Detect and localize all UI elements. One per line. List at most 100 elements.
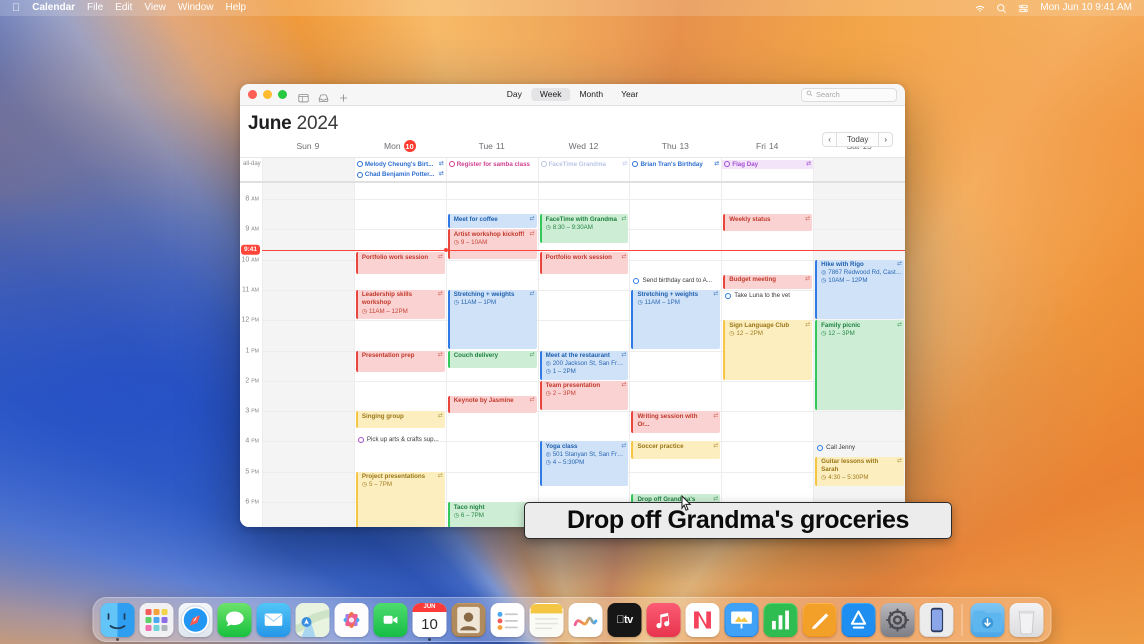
day-header-wed[interactable]: Wed 12 bbox=[538, 137, 630, 157]
dock-item-music[interactable] bbox=[646, 603, 681, 637]
calendar-event[interactable]: Team presentation ◷ 2 – 3PM ⇄ bbox=[539, 380, 629, 411]
calendar-event[interactable]: Portfolio work session ⇄ bbox=[355, 252, 445, 274]
calendar-event[interactable]: Keynote by Jasmine ⇄ bbox=[447, 395, 537, 414]
trash-icon[interactable] bbox=[1009, 603, 1044, 637]
calendar-event[interactable]: Writing session with Or... ⇄ bbox=[631, 411, 721, 433]
dock-item-app-store[interactable] bbox=[841, 603, 876, 637]
menu-bar-clock[interactable]: Mon Jun 10 9:41 AM bbox=[1040, 3, 1132, 13]
calendar-event[interactable]: FaceTime with Grandma ◷ 8:30 – 9:30AM ⇄ bbox=[539, 214, 629, 244]
reminders-icon[interactable] bbox=[490, 603, 525, 637]
pages-icon[interactable] bbox=[802, 603, 837, 637]
dock-item-system-settings[interactable] bbox=[880, 603, 915, 637]
tab-week[interactable]: Week bbox=[530, 87, 571, 102]
dock-item-keynote[interactable] bbox=[724, 603, 759, 637]
photos-icon[interactable] bbox=[334, 603, 369, 637]
calendar-event[interactable]: Stretching + weights ◷ 11AM – 1PM ⇄ bbox=[631, 289, 721, 350]
calendar-task[interactable]: Send birthday card to A... bbox=[631, 275, 720, 288]
dock-item-freeform[interactable] bbox=[568, 603, 603, 637]
calendar-event[interactable]: Project presentations ◷ 5 – 7PM ⇄ bbox=[355, 471, 445, 527]
control-center-icon[interactable] bbox=[1018, 3, 1030, 14]
day-header-sun[interactable]: Sun 9 bbox=[262, 137, 354, 157]
minimize-button[interactable] bbox=[263, 90, 272, 99]
messages-icon[interactable] bbox=[217, 603, 252, 637]
today-button[interactable]: Today bbox=[836, 132, 879, 147]
dock-item-iphone-mirroring[interactable] bbox=[919, 603, 954, 637]
news-icon[interactable] bbox=[685, 603, 720, 637]
contacts-icon[interactable] bbox=[451, 603, 486, 637]
dock-item-launchpad[interactable] bbox=[139, 603, 174, 637]
dock-item-news[interactable] bbox=[685, 603, 720, 637]
dock-item-contacts[interactable] bbox=[451, 603, 486, 637]
dock-item-safari[interactable] bbox=[178, 603, 213, 637]
day-column-4[interactable]: Send birthday card to A... Stretching + w… bbox=[629, 183, 722, 527]
inbox-icon[interactable] bbox=[318, 90, 329, 102]
downloads-folder-icon[interactable] bbox=[970, 603, 1005, 637]
menu-item-help[interactable]: Help bbox=[225, 3, 246, 13]
calendar-event[interactable]: Soccer practice ⇄ bbox=[631, 441, 721, 459]
calendar-event[interactable]: Portfolio work session ⇄ bbox=[539, 252, 629, 274]
day-column-0[interactable] bbox=[262, 183, 354, 527]
tab-month[interactable]: Month bbox=[570, 88, 612, 102]
all-day-event[interactable]: Register for samba class bbox=[447, 160, 538, 170]
keynote-icon[interactable] bbox=[724, 603, 759, 637]
dock-item-notes[interactable] bbox=[529, 603, 564, 637]
all-day-cell-0[interactable] bbox=[262, 158, 354, 181]
day-column-5[interactable]: Weekly status ⇄ Budget meeting ⇄ Take Luna t… bbox=[721, 183, 814, 527]
music-icon[interactable] bbox=[646, 603, 681, 637]
tab-year[interactable]: Year bbox=[612, 88, 647, 102]
prev-week-button[interactable]: ‹ bbox=[822, 132, 837, 147]
dock-item-downloads-folder[interactable] bbox=[970, 603, 1005, 637]
facetime-icon[interactable] bbox=[373, 603, 408, 637]
calendar-event[interactable]: Budget meeting ⇄ bbox=[723, 274, 813, 289]
dock-item-calendar[interactable]: JUN 10 bbox=[412, 603, 447, 641]
calendar-view-icon[interactable] bbox=[298, 90, 309, 102]
iphone-mirroring-icon[interactable] bbox=[919, 603, 954, 637]
all-day-event[interactable]: Chad Benjamin Potter... ⇄ bbox=[355, 170, 446, 180]
apple-menu-icon[interactable]:  bbox=[12, 2, 20, 14]
dock-item-reminders[interactable] bbox=[490, 603, 525, 637]
calendar-event[interactable]: Hike with Rigo ◎ 7867 Redwood Rd, Castr..… bbox=[815, 259, 905, 320]
search-field[interactable]: Search bbox=[801, 87, 897, 102]
add-event-icon[interactable] bbox=[338, 90, 349, 102]
tab-day[interactable]: Day bbox=[498, 88, 531, 102]
calendar-event[interactable]: Singing group ⇄ bbox=[355, 411, 445, 429]
calendar-grid[interactable]: 8 AM 9 AM 10 AM 11 AM 12 PM 1 PM 2 PM 3 PM 4 PM 5… bbox=[240, 183, 905, 527]
all-day-cell-6[interactable] bbox=[813, 158, 905, 181]
all-day-cell-5[interactable]: Flag Day ⇄ bbox=[721, 158, 814, 181]
day-column-1[interactable]: Portfolio work session ⇄ Leadership skills… bbox=[353, 183, 446, 527]
close-button[interactable] bbox=[248, 90, 257, 99]
calendar-event[interactable]: Artist workshop kickoff! ◷ 9 – 10AM ⇄ bbox=[447, 229, 537, 259]
all-day-cell-1[interactable]: Melody Cheung's Birt... ⇄ Chad Benjamin Po… bbox=[353, 158, 446, 181]
calendar-event[interactable]: Leadership skills workshop ◷ 11AM – 12PM ⇄ bbox=[355, 289, 445, 320]
all-day-event[interactable]: Brian Tran's Birthday ⇄ bbox=[630, 160, 721, 170]
numbers-icon[interactable] bbox=[763, 603, 798, 637]
all-day-cell-3[interactable]: FaceTime Grandma ⇄ bbox=[537, 158, 630, 181]
next-week-button[interactable]: › bbox=[878, 132, 893, 147]
day-header-thu[interactable]: Thu 13 bbox=[629, 137, 721, 157]
finder-icon[interactable] bbox=[100, 603, 135, 637]
notes-icon[interactable] bbox=[529, 603, 564, 637]
task-checkbox-icon[interactable] bbox=[725, 293, 732, 300]
menu-item-file[interactable]: File bbox=[87, 3, 103, 13]
calendar-event[interactable]: Stretching + weights ◷ 11AM – 1PM ⇄ bbox=[447, 289, 537, 350]
calendar-task[interactable]: Pick up arts & crafts sup... bbox=[356, 434, 445, 447]
menu-item-window[interactable]: Window bbox=[178, 3, 214, 13]
task-checkbox-icon[interactable] bbox=[633, 278, 640, 285]
app-store-icon[interactable] bbox=[841, 603, 876, 637]
dock-item-mail[interactable] bbox=[256, 603, 291, 637]
dock-item-finder[interactable] bbox=[100, 603, 135, 641]
dock-item-photos[interactable] bbox=[334, 603, 369, 637]
all-day-event[interactable]: FaceTime Grandma ⇄ bbox=[539, 160, 630, 170]
task-checkbox-icon[interactable] bbox=[357, 437, 364, 444]
menu-item-calendar[interactable]: Calendar bbox=[32, 3, 75, 13]
maps-icon[interactable] bbox=[295, 603, 330, 637]
calendar-icon[interactable]: JUN 10 bbox=[412, 603, 447, 637]
task-checkbox-icon[interactable] bbox=[817, 444, 824, 451]
all-day-cell-2[interactable]: Register for samba class bbox=[445, 158, 538, 181]
system-settings-icon[interactable] bbox=[880, 603, 915, 637]
all-day-event[interactable]: Flag Day ⇄ bbox=[722, 159, 814, 170]
menu-item-edit[interactable]: Edit bbox=[115, 3, 132, 13]
zoom-button[interactable] bbox=[278, 90, 287, 99]
dock-item-trash[interactable] bbox=[1009, 603, 1044, 637]
wifi-icon[interactable] bbox=[974, 3, 986, 14]
